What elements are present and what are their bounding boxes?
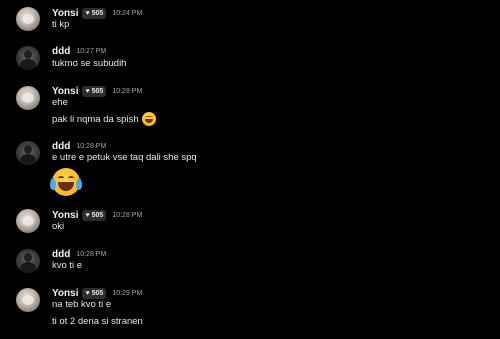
message-text: ehe [52, 97, 68, 108]
timestamp: 10:27 PM [76, 47, 107, 55]
timestamp: 10:28 PM [112, 87, 143, 95]
heart-badge[interactable]: ♥ 505 [82, 287, 107, 299]
message-header: ddd 10:28 PM [52, 247, 106, 261]
username[interactable]: ddd [52, 141, 70, 152]
message-header: Yonsi ♥ 505 10:29 PM [52, 286, 142, 300]
message-header: ddd 10:27 PM [52, 44, 106, 58]
badge-count: 505 [91, 9, 104, 17]
heart-icon: ♥ [85, 87, 90, 95]
badge-count: 505 [91, 289, 104, 297]
face-with-tears-of-joy-icon [50, 168, 82, 196]
avatar[interactable] [16, 46, 40, 70]
message-header: ddd 10:28 PM [52, 139, 106, 153]
message-header: Yonsi ♥ 505 10:24 PM [52, 6, 142, 20]
avatar[interactable] [16, 209, 40, 233]
timestamp: 10:28 PM [76, 142, 107, 150]
username[interactable]: Yonsi [52, 210, 78, 221]
username[interactable]: Yonsi [52, 8, 78, 19]
username[interactable]: Yonsi [52, 86, 78, 97]
avatar[interactable] [16, 86, 40, 110]
message-header: Yonsi ♥ 505 10:28 PM [52, 208, 142, 222]
heart-icon: ♥ [85, 289, 90, 297]
message-text: e utre e petuk vse taq dali she spq [52, 152, 197, 163]
badge-count: 505 [91, 87, 104, 95]
username[interactable]: ddd [52, 46, 70, 57]
message-text: pak li nqma da spish [52, 113, 139, 125]
avatar[interactable] [16, 7, 40, 31]
timestamp: 10:28 PM [76, 250, 107, 258]
username[interactable]: ddd [52, 249, 70, 260]
message-text: na teb kvo ti e [52, 299, 112, 310]
avatar[interactable] [16, 141, 40, 165]
heart-badge[interactable]: ♥ 505 [82, 85, 107, 97]
chat-message-list: Yonsi ♥ 505 10:24 PM ti kp ddd 10:27 PM t… [0, 0, 500, 339]
username[interactable]: Yonsi [52, 288, 78, 299]
message-header: Yonsi ♥ 505 10:28 PM [52, 84, 142, 98]
timestamp: 10:24 PM [112, 9, 143, 17]
grinning-squinting-face-icon [141, 112, 156, 126]
heart-badge[interactable]: ♥ 505 [82, 209, 107, 221]
message-text-with-emoji: pak li nqma da spish [52, 112, 156, 126]
message-text: tukmo se subudih [52, 58, 127, 69]
avatar[interactable] [16, 288, 40, 312]
timestamp: 10:28 PM [112, 211, 143, 219]
message-text: ti ot 2 dena si stranen [52, 316, 143, 327]
message-text: ti kp [52, 19, 70, 30]
message-text: oki [52, 221, 65, 232]
avatar[interactable] [16, 249, 40, 273]
timestamp: 10:29 PM [112, 289, 143, 297]
badge-count: 505 [91, 211, 104, 219]
message-text: kvo ti e [52, 260, 83, 271]
heart-badge[interactable]: ♥ 505 [82, 7, 107, 19]
heart-icon: ♥ [85, 9, 90, 17]
heart-icon: ♥ [85, 211, 90, 219]
